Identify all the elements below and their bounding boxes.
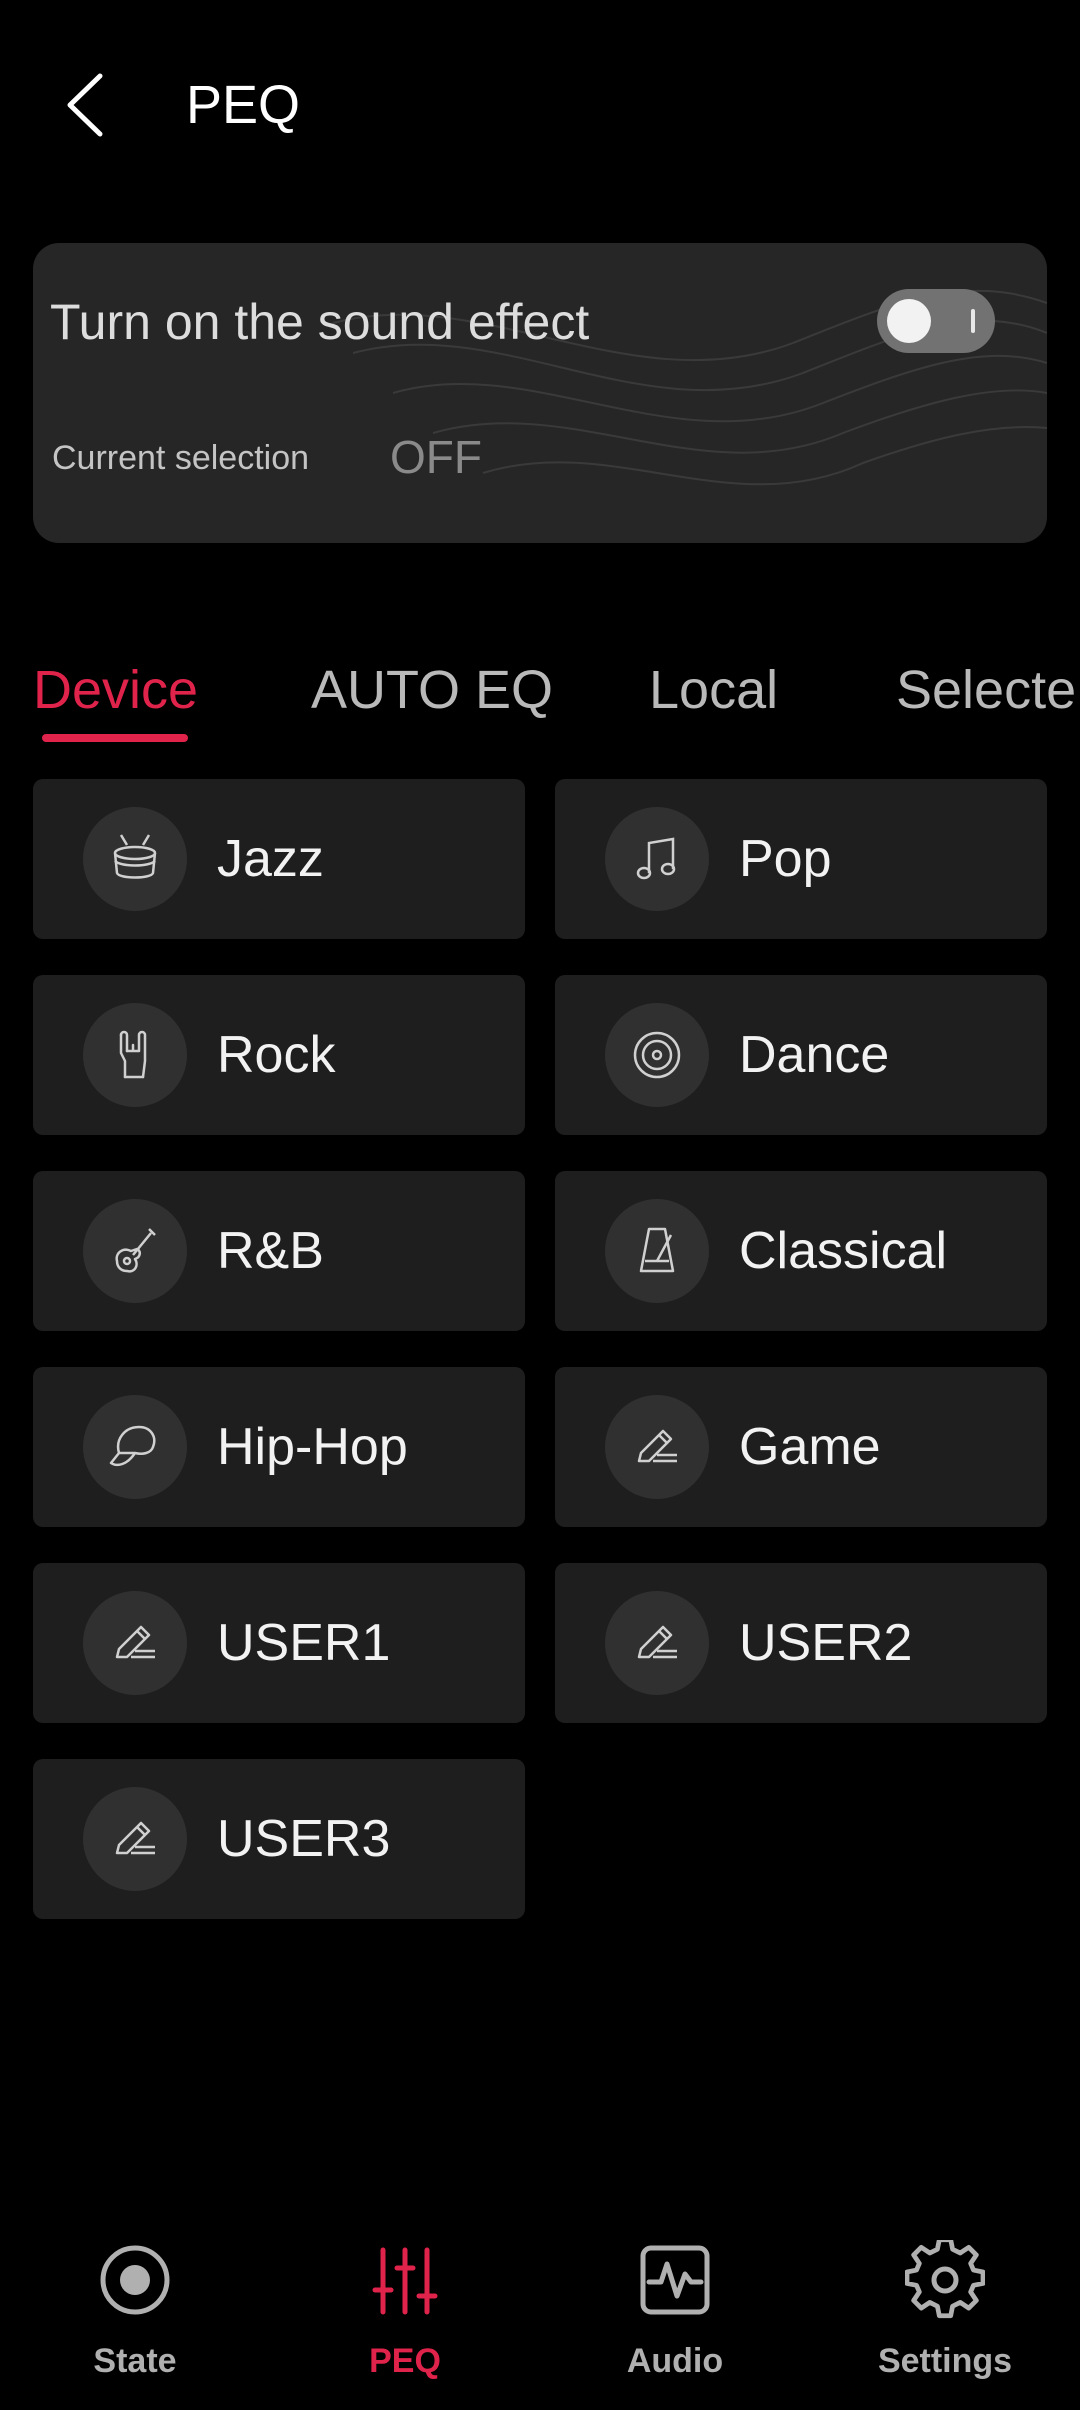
preset-rnb[interactable]: R&B [33,1171,525,1331]
sound-effect-card [33,243,1047,543]
equalizer-sliders-icon [372,2247,438,2315]
nav-label: Audio [626,2342,724,2380]
tab-selected[interactable]: Selecte [896,658,1076,722]
guitar-icon [83,1199,187,1303]
back-button[interactable] [52,60,122,150]
nav-peq[interactable]: PEQ [270,2210,540,2410]
music-note-icon [605,807,709,911]
drum-icon [83,807,187,911]
preset-label: Dance [739,1026,890,1084]
edit-pencil-icon [83,1787,187,1891]
toggle-knob [887,299,931,343]
state-circle-icon [100,2245,170,2315]
rock-hand-icon [83,1003,187,1107]
preset-jazz[interactable]: Jazz [33,779,525,939]
nav-settings[interactable]: Settings [810,2210,1080,2410]
active-tab-indicator [42,734,188,742]
preset-user3[interactable]: USER3 [33,1759,525,1919]
metronome-icon [605,1199,709,1303]
preset-label: Hip-Hop [217,1418,408,1476]
preset-label: R&B [217,1222,324,1280]
wave-background-decoration [332,289,1047,486]
vinyl-disc-icon [605,1003,709,1107]
sound-effect-toggle[interactable] [877,289,995,353]
current-selection-value: OFF [390,431,482,483]
preset-pop[interactable]: Pop [555,779,1047,939]
nav-label: State [93,2342,177,2380]
preset-label: Rock [217,1026,336,1084]
preset-hip-hop[interactable]: Hip-Hop [33,1367,525,1527]
edit-pencil-icon [605,1395,709,1499]
preset-user1[interactable]: USER1 [33,1563,525,1723]
preset-user2[interactable]: USER2 [555,1563,1047,1723]
sound-effect-title: Turn on the sound effect [50,294,590,350]
cap-icon [83,1395,187,1499]
top-bar: PEQ [0,0,1080,210]
tab-local[interactable]: Local [649,658,778,722]
tab-device[interactable]: Device [33,658,198,722]
preset-label: Classical [739,1222,948,1280]
chevron-left-icon [67,73,103,137]
preset-label: Pop [739,830,832,888]
nav-label: PEQ [369,2342,441,2380]
preset-dance[interactable]: Dance [555,975,1047,1135]
edit-pencil-icon [83,1591,187,1695]
preset-label: USER3 [217,1810,391,1868]
preset-label: USER1 [217,1614,391,1672]
preset-label: Jazz [217,830,324,888]
preset-label: USER2 [739,1614,913,1672]
toggle-on-indicator [971,309,975,333]
bottom-navigation: State PEQ Audio Settings [0,2210,1080,2410]
preset-label: Game [739,1418,881,1476]
preset-classical[interactable]: Classical [555,1171,1047,1331]
preset-game[interactable]: Game [555,1367,1047,1527]
preset-rock[interactable]: Rock [33,975,525,1135]
current-selection-label: Current selection [52,439,310,477]
nav-label: Settings [877,2342,1013,2380]
gear-icon [905,2240,985,2319]
nav-audio[interactable]: Audio [540,2210,810,2410]
tab-auto-eq[interactable]: AUTO EQ [311,658,553,722]
nav-state[interactable]: State [0,2210,270,2410]
page-title: PEQ [186,75,301,135]
edit-pencil-icon [605,1591,709,1695]
eq-tabs: Device AUTO EQ Local Selecte [0,640,1080,750]
audio-waveform-icon [640,2245,710,2315]
